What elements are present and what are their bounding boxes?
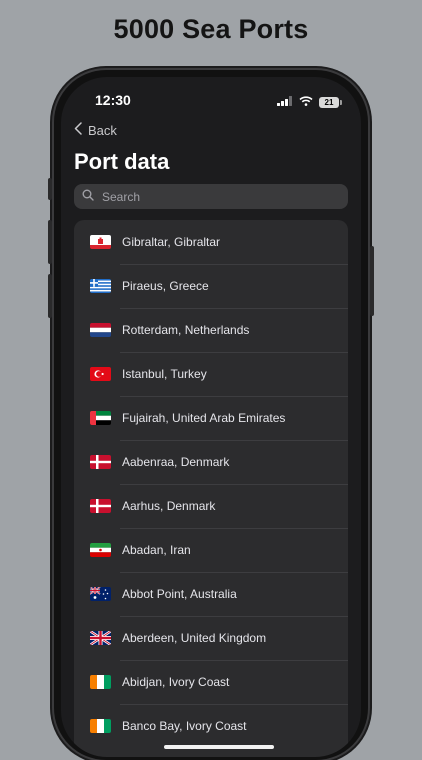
list-item[interactable]: Aarhus, Denmark bbox=[74, 484, 348, 528]
list-item[interactable]: Rotterdam, Netherlands bbox=[74, 308, 348, 352]
ivory-coast-flag-icon bbox=[90, 675, 111, 689]
port-name: Rotterdam, Netherlands bbox=[122, 323, 250, 337]
turkey-flag-icon bbox=[90, 367, 111, 381]
status-bar: 12:30 21 bbox=[61, 87, 361, 111]
list-item[interactable]: Piraeus, Greece bbox=[74, 264, 348, 308]
port-name: Gibraltar, Gibraltar bbox=[122, 235, 221, 249]
port-name: Aarhus, Denmark bbox=[122, 499, 216, 513]
cellular-signal-icon bbox=[277, 93, 293, 111]
list-item[interactable]: Istanbul, Turkey bbox=[74, 352, 348, 396]
home-indicator[interactable] bbox=[164, 745, 274, 749]
port-name: Abidjan, Ivory Coast bbox=[122, 675, 230, 689]
list-item[interactable]: Abbot Point, Australia bbox=[74, 572, 348, 616]
search-input[interactable] bbox=[100, 188, 324, 205]
phone-frame: 12:30 21 Back Port data Search Gibraltar… bbox=[48, 70, 374, 760]
port-name: Banco Bay, Ivory Coast bbox=[122, 719, 247, 733]
netherlands-flag-icon bbox=[90, 323, 111, 337]
chevron-left-icon bbox=[74, 122, 82, 138]
power-button bbox=[370, 246, 374, 316]
port-name: Aabenraa, Denmark bbox=[122, 455, 230, 469]
volume-down-button bbox=[48, 274, 52, 318]
list-item[interactable]: Banco Bay, Ivory Coast bbox=[74, 704, 348, 748]
port-name: Fujairah, United Arab Emirates bbox=[122, 411, 286, 425]
iran-flag-icon bbox=[90, 543, 111, 557]
volume-up-button bbox=[48, 220, 52, 264]
australia-flag-icon bbox=[90, 587, 111, 601]
list-item[interactable]: Fujairah, United Arab Emirates bbox=[74, 396, 348, 440]
list-item[interactable]: Abidjan, Ivory Coast bbox=[74, 660, 348, 704]
denmark-flag-icon bbox=[90, 455, 111, 469]
port-name: Abbot Point, Australia bbox=[122, 587, 237, 601]
uk-flag-icon bbox=[90, 631, 111, 645]
app-screen: 12:30 21 Back Port data Search Gibraltar… bbox=[61, 77, 361, 757]
page-title: Port data bbox=[74, 149, 170, 174]
battery-icon: 21 bbox=[319, 96, 342, 108]
list-item[interactable]: Aberdeen, United Kingdom bbox=[74, 616, 348, 660]
back-label: Back bbox=[88, 122, 117, 138]
list-item[interactable]: Abadan, Iran bbox=[74, 528, 348, 572]
list-item[interactable]: Gibraltar, Gibraltar bbox=[74, 220, 348, 264]
ivory-coast-flag-icon bbox=[90, 719, 111, 733]
promo-headline: 5000 Sea Ports bbox=[113, 14, 309, 44]
gibraltar-flag-icon bbox=[90, 235, 111, 249]
port-list: Gibraltar, Gibraltar Piraeus, Greece Rot… bbox=[74, 220, 348, 757]
status-icons: 21 bbox=[277, 93, 342, 111]
list-item[interactable]: Aabenraa, Denmark bbox=[74, 440, 348, 484]
uae-flag-icon bbox=[90, 411, 111, 425]
search-icon bbox=[82, 188, 94, 206]
search-bar[interactable] bbox=[74, 184, 348, 209]
port-name: Istanbul, Turkey bbox=[122, 367, 207, 381]
status-time: 12:30 bbox=[95, 92, 131, 108]
port-name: Abadan, Iran bbox=[122, 543, 191, 557]
wifi-icon bbox=[299, 93, 313, 111]
greece-flag-icon bbox=[90, 279, 111, 293]
back-button[interactable]: Back bbox=[74, 122, 117, 138]
port-name: Piraeus, Greece bbox=[122, 279, 209, 293]
denmark-flag-icon bbox=[90, 499, 111, 513]
mute-switch bbox=[48, 178, 52, 200]
port-name: Aberdeen, United Kingdom bbox=[122, 631, 267, 645]
